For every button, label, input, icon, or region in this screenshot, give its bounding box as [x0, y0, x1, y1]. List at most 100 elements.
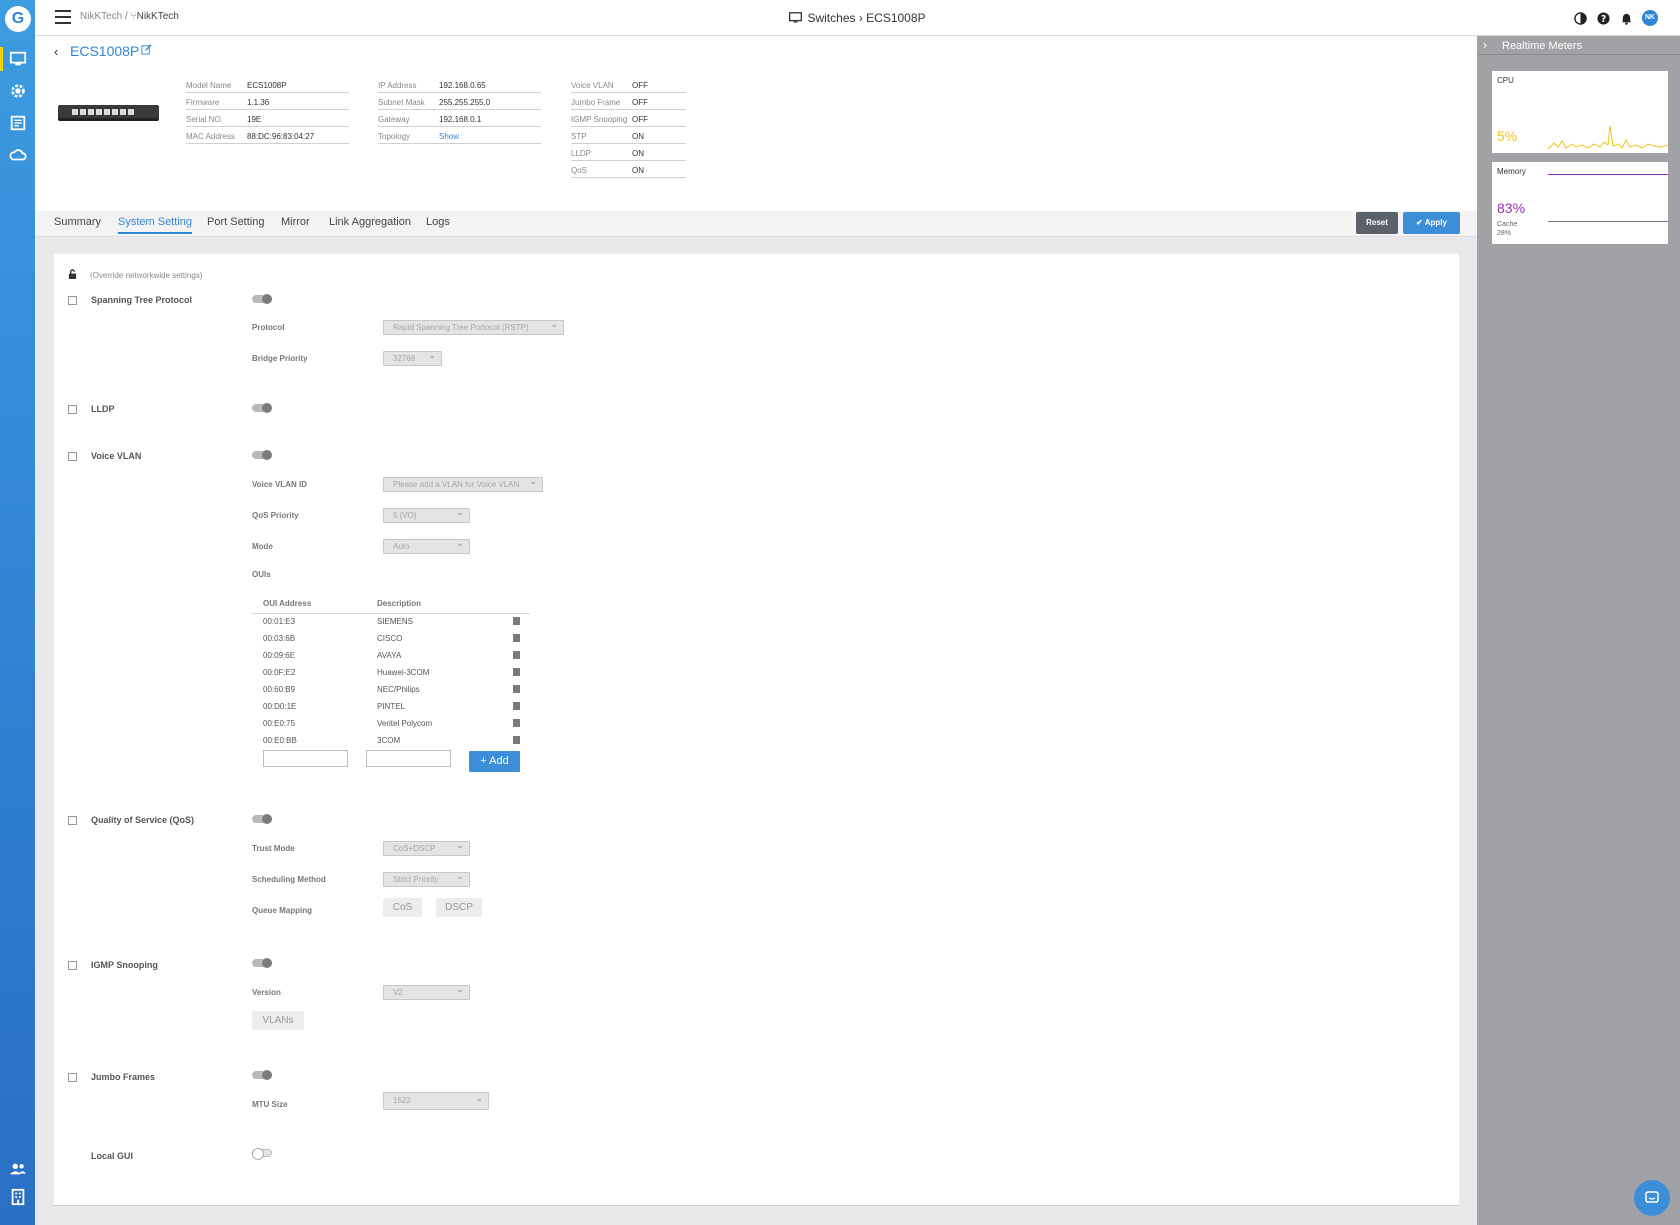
trash-icon[interactable] [513, 719, 520, 727]
voice-vlan-label: Voice VLAN [91, 451, 142, 461]
info-row: STP ON [571, 127, 686, 144]
tab-bar: Summary System Setting Port Setting Mirr… [35, 211, 1477, 237]
voice-vlan-toggle[interactable] [252, 450, 272, 460]
oui-description-input[interactable] [366, 750, 451, 767]
qos-priority-label: QoS Priority [252, 511, 299, 520]
monitor-icon [789, 12, 803, 27]
tab-system-setting[interactable]: System Setting [118, 216, 192, 234]
version-label: Version [252, 988, 281, 997]
table-row: 00:01:E3 SIEMENS [252, 614, 530, 631]
vlans-button[interactable]: VLANs [252, 1011, 304, 1030]
page-title: Switches › ECS1008P [35, 11, 1680, 27]
trash-icon[interactable] [513, 702, 520, 710]
settings-card: (Override networkwide settings) Spanning… [54, 254, 1459, 1206]
tab-summary[interactable]: Summary [54, 216, 101, 228]
mode-select[interactable]: Auto [383, 537, 470, 554]
table-row: 00:09:6E AVAYA [252, 648, 530, 665]
tab-port-setting[interactable]: Port Setting [207, 216, 264, 228]
svg-text:?: ? [1600, 13, 1605, 24]
mtu-size-input[interactable]: 1522 [383, 1090, 489, 1110]
local-gui-toggle[interactable] [252, 1148, 272, 1160]
memory-label: Memory [1497, 167, 1526, 176]
ouis-label: OUIs [252, 570, 271, 579]
stp-label: Spanning Tree Protocol [91, 295, 193, 305]
cpu-percent: 5% [1497, 128, 1518, 144]
cloud-icon[interactable] [0, 141, 35, 169]
queue-mapping-label: Queue Mapping [252, 906, 312, 915]
jumbo-frames-toggle[interactable] [252, 1070, 272, 1080]
igmp-checkbox[interactable] [68, 961, 77, 970]
stp-checkbox[interactable] [68, 296, 77, 305]
contrast-icon[interactable] [1573, 11, 1587, 25]
jumbo-frames-label: Jumbo Frames [91, 1072, 156, 1082]
building-icon[interactable] [0, 1183, 35, 1211]
protocol-select[interactable]: Rapid Spanning Tree Portocol (RSTP) [383, 318, 564, 335]
info-row: Voice VLAN OFF [571, 76, 686, 93]
topology-show-link[interactable]: Show [439, 132, 459, 141]
trust-mode-select[interactable]: CoS+DSCP [383, 839, 470, 856]
trash-icon[interactable] [513, 668, 520, 676]
trust-mode-label: Trust Mode [252, 844, 295, 853]
info-row: Gateway 192.168.0.1 [378, 110, 541, 127]
cache-usage-line [1548, 221, 1668, 222]
add-oui-button[interactable]: + Add [469, 751, 520, 772]
lldp-checkbox[interactable] [68, 405, 77, 414]
cpu-label: CPU [1497, 76, 1514, 85]
trash-icon[interactable] [513, 617, 520, 625]
trash-icon[interactable] [513, 634, 520, 642]
lldp-label: LLDP [91, 404, 115, 414]
edit-icon[interactable] [141, 44, 152, 58]
qos-toggle[interactable] [252, 814, 272, 824]
tab-logs[interactable]: Logs [426, 216, 450, 228]
mtu-size-label: MTU Size [252, 1100, 288, 1109]
notification-bell-icon[interactable] [1619, 11, 1633, 25]
bridge-priority-label: Bridge Priority [252, 354, 308, 363]
reports-icon[interactable] [0, 109, 35, 137]
scheduling-method-select[interactable]: Strict Priority [383, 870, 470, 887]
igmp-toggle[interactable] [252, 958, 272, 968]
stp-toggle[interactable] [252, 294, 272, 304]
tab-link-aggregation[interactable]: Link Aggregation [329, 216, 411, 228]
device-image [58, 105, 159, 121]
cpu-sparkline [1548, 125, 1668, 150]
voice-vlan-checkbox[interactable] [68, 452, 77, 461]
table-row: 00:E0:75 Veritel Polycom [252, 716, 530, 733]
bridge-priority-select[interactable]: 32768 [383, 349, 442, 366]
info-row: Firmware 1.1.36 [186, 93, 349, 110]
trash-icon[interactable] [513, 651, 520, 659]
device-header: ‹ ECS1008P Model Name ECS1008P Firmware 1.… [35, 36, 1477, 211]
reset-button[interactable]: Reset [1356, 212, 1398, 234]
collapse-chevron-icon[interactable]: › [1483, 38, 1487, 52]
oui-description-header: Description [377, 599, 422, 608]
chat-support-button[interactable] [1634, 1180, 1670, 1216]
app-logo-icon[interactable]: G [5, 6, 31, 32]
table-row: 00:0F:E2 Huawei-3COM [252, 665, 530, 682]
version-select[interactable]: V2 [383, 983, 470, 1000]
qos-priority-select[interactable]: 5 (VO) [383, 506, 470, 523]
unlock-icon[interactable] [68, 269, 77, 282]
avatar[interactable]: NK [1642, 10, 1658, 26]
cos-button[interactable]: CoS [383, 898, 422, 917]
devices-monitor-icon[interactable] [0, 45, 35, 73]
memory-usage-line [1548, 174, 1668, 175]
apply-button[interactable]: ✔ Apply [1403, 212, 1460, 234]
info-row: QoS ON [571, 161, 686, 178]
qos-checkbox[interactable] [68, 816, 77, 825]
cpu-meter: CPU 5% [1492, 71, 1668, 153]
users-icon[interactable] [0, 1155, 35, 1183]
trash-icon[interactable] [513, 685, 520, 693]
oui-address-input[interactable] [263, 750, 348, 767]
help-icon[interactable]: ? [1596, 11, 1610, 25]
back-chevron-icon[interactable]: ‹ [54, 44, 58, 59]
device-info-col2: IP Address 192.168.0.65 Subnet Mask 255.25… [378, 76, 541, 144]
settings-gear-icon[interactable] [0, 77, 35, 105]
voice-vlan-id-select[interactable]: Please add a VLAN for Voice VLAN [383, 475, 543, 492]
scheduling-method-label: Scheduling Method [252, 875, 326, 884]
trash-icon[interactable] [513, 736, 520, 744]
info-row: Subnet Mask 255.255.255.0 [378, 93, 541, 110]
tab-mirror[interactable]: Mirror [281, 216, 310, 228]
lldp-toggle[interactable] [252, 403, 272, 413]
jumbo-frames-checkbox[interactable] [68, 1073, 77, 1082]
dscp-button[interactable]: DSCP [436, 898, 482, 917]
info-row: LLDP ON [571, 144, 686, 161]
